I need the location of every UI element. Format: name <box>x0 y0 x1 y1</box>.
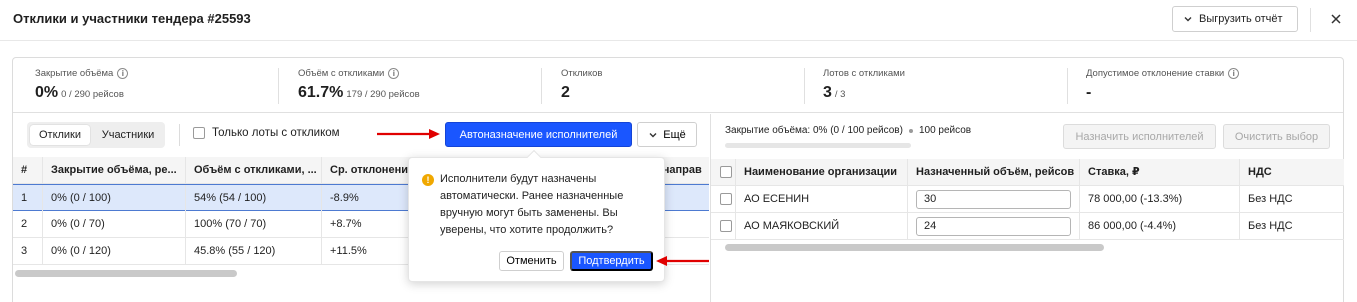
table-cell: 0% (0 / 120) <box>43 238 186 265</box>
stat-volume-responses: Объём с откликами i 61.7% 179 / 290 рейсов <box>298 68 420 102</box>
stat-divider <box>804 68 805 104</box>
stat-responses-count: Откликов 2 <box>561 68 602 102</box>
assign-executors-button[interactable]: Назначить исполнителей <box>1063 124 1216 149</box>
table-cell: 78 000,00 (-13.3%) <box>1080 186 1240 213</box>
tab-responses[interactable]: Отклики <box>30 125 90 145</box>
stat-value: 3 <box>823 84 832 101</box>
row-checkbox[interactable] <box>720 193 732 206</box>
confirm-message: Исполнители будут назначены автоматическ… <box>440 173 624 236</box>
table-cell: 54% (54 / 100) <box>186 185 322 212</box>
column-header[interactable]: Назначенный объём, рейсов <box>908 159 1080 186</box>
row-select-cell <box>711 186 736 213</box>
clear-selection-button[interactable]: Очистить выбор <box>1223 124 1330 149</box>
stat-value: 2 <box>561 84 570 101</box>
separator-dot <box>908 128 913 133</box>
more-button[interactable]: Ещё <box>637 122 697 147</box>
column-header[interactable]: НДС <box>1240 159 1344 186</box>
column-header[interactable]: Объём с откликами, ... <box>186 157 322 184</box>
select-all-checkbox[interactable] <box>720 166 732 179</box>
horizontal-scrollbar[interactable] <box>725 244 1104 251</box>
toolbar-divider <box>179 124 180 146</box>
info-icon[interactable]: i <box>388 68 400 79</box>
volume-cell: 24 <box>908 213 1080 240</box>
stat-volume-closing: Закрытие объёма i 0% 0 / 290 рейсов <box>35 68 129 102</box>
table-cell: 2 <box>13 211 43 238</box>
table-cell: АО МАЯКОВСКИЙ <box>736 213 908 240</box>
table-cell: Без НДС <box>1248 220 1293 232</box>
warning-icon: ! <box>422 174 434 186</box>
closing-text: Закрытие объёма: 0% (0 / 100 рейсов) <box>725 125 903 136</box>
column-header[interactable]: Ставка, ₽ <box>1080 159 1240 186</box>
table-row[interactable]: АО ЕСЕНИН 30 78 000,00 (-13.3%) Без НДС <box>711 186 1344 213</box>
modal-header: Отклики и участники тендера #25593 Выгру… <box>0 0 1357 41</box>
arrow-icon <box>656 256 709 266</box>
table-row[interactable]: АО МАЯКОВСКИЙ 24 86 000,00 (-4.4%) Без Н… <box>711 213 1344 240</box>
volume-progress-bar <box>725 143 911 148</box>
auto-assign-button[interactable]: Автоназначение исполнителей <box>445 122 632 147</box>
table-cell: АО ЕСЕНИН <box>736 186 908 213</box>
column-header[interactable]: # <box>13 157 43 184</box>
export-report-label: Выгрузить отчёт <box>1199 13 1283 25</box>
cancel-button[interactable]: Отменить <box>499 251 564 271</box>
header-divider <box>1310 8 1311 32</box>
table-cell: 0% (0 / 70) <box>43 211 186 238</box>
stat-divider <box>1067 68 1068 104</box>
column-header[interactable]: Наименование организации <box>736 159 908 186</box>
table-cell: 86 000,00 (-4.4%) <box>1080 213 1240 240</box>
stat-value: 0% <box>35 84 59 101</box>
table-header: Наименование организации Назначенный объ… <box>711 159 1344 186</box>
info-icon[interactable]: i <box>117 68 129 79</box>
stat-label: Объём с откликами <box>298 68 385 79</box>
assigned-volume-input[interactable]: 24 <box>916 217 1071 236</box>
stat-sub: 179 / 290 рейсов <box>346 89 420 100</box>
stat-sub: / 3 <box>834 89 846 100</box>
modal-title: Отклики и участники тендера #25593 <box>13 11 251 26</box>
confirm-popover: ! Исполнители будут назначены автоматиче… <box>408 149 665 282</box>
row-select-cell <box>711 213 736 240</box>
confirm-button[interactable]: Подтвердить <box>570 251 653 271</box>
volume-cell: 30 <box>908 186 1080 213</box>
trips-text: 100 рейсов <box>918 125 972 136</box>
more-label: Ещё <box>663 128 686 141</box>
stat-divider <box>541 68 542 104</box>
table-cell: 1 <box>13 185 43 212</box>
stat-value: - <box>1086 84 1092 101</box>
table-cell: 100% (70 / 70) <box>186 211 322 238</box>
stat-label: Откликов <box>561 68 603 79</box>
stat-rate-deviation: Допустимое отклонение ставки i - <box>1086 68 1240 102</box>
assigned-volume-input[interactable]: 30 <box>916 190 1071 209</box>
close-icon[interactable] <box>1329 12 1343 26</box>
stat-label: Закрытие объёма <box>35 68 114 79</box>
stat-sub: 0 / 290 рейсов <box>61 89 124 100</box>
table-cell: 0% (0 / 100) <box>43 185 186 212</box>
column-header[interactable]: Закрытие объёма, ре... <box>43 157 186 184</box>
table-cell: 45.8% (55 / 120) <box>186 238 322 265</box>
tab-participants[interactable]: Участники <box>93 125 163 145</box>
row-checkbox[interactable] <box>720 220 732 233</box>
only-lots-checkbox[interactable] <box>193 127 205 139</box>
stat-lots-with-responses: Лотов с откликами 3/ 3 <box>823 68 905 102</box>
executors-section: Закрытие объёма: 0% (0 / 100 рейсов) 100… <box>710 114 1344 302</box>
volume-closing-summary: Закрытие объёма: 0% (0 / 100 рейсов) 100… <box>725 125 971 136</box>
only-lots-filter[interactable]: Только лоты с откликом <box>193 127 340 139</box>
view-toggle: Отклики Участники <box>27 122 165 148</box>
table-cell: 3 <box>13 238 43 265</box>
only-lots-label: Только лоты с откликом <box>212 127 340 139</box>
export-report-button[interactable]: Выгрузить отчёт <box>1172 6 1298 32</box>
table-cell: Без НДС <box>1248 193 1293 205</box>
stat-label: Лотов с откликами <box>823 68 905 79</box>
stats-bar: Закрытие объёма i 0% 0 / 290 рейсов Объём … <box>13 58 1343 113</box>
horizontal-scrollbar[interactable] <box>15 270 237 277</box>
info-icon[interactable]: i <box>1228 68 1240 79</box>
stat-label: Допустимое отклонение ставки <box>1086 68 1225 79</box>
stat-value: 61.7% <box>298 84 344 101</box>
select-all-cell <box>711 159 736 186</box>
chevron-down-icon <box>1184 17 1192 22</box>
arrow-icon <box>377 129 440 139</box>
chevron-down-icon <box>649 132 657 137</box>
stat-divider <box>278 68 279 104</box>
